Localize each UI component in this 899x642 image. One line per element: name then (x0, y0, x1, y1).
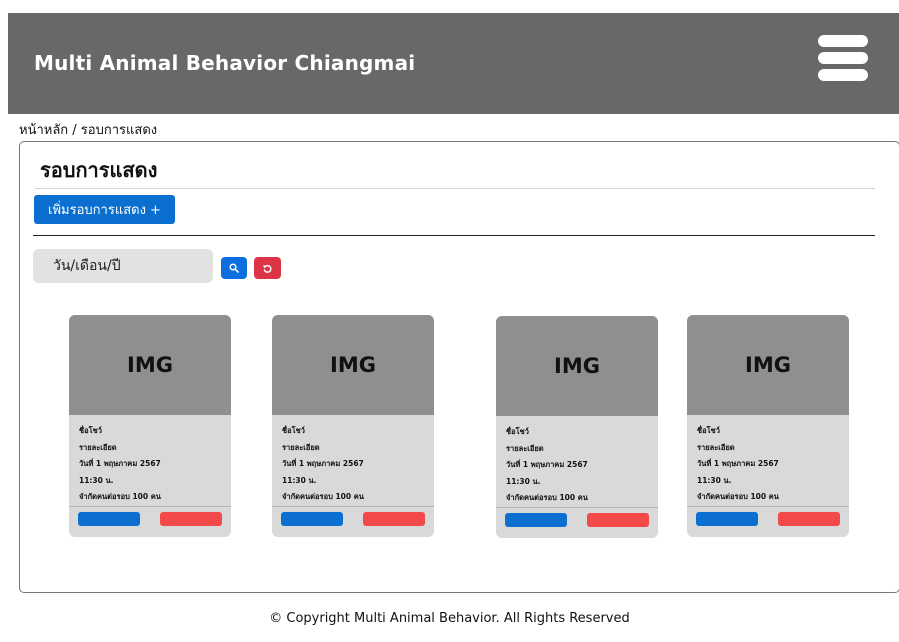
card-capacity: จำกัดคนต่อรอบ 100 คน (79, 492, 161, 501)
card-date: วันที่ 1 พฤษภาคม 2567 (282, 459, 364, 468)
search-button[interactable] (221, 257, 247, 279)
card-capacity: จำกัดคนต่อรอบ 100 คน (697, 492, 779, 501)
toolbar-divider (33, 235, 875, 236)
show-card[interactable]: IMG ชื่อโชว์ รายละเอียด วันที่ 1 พฤษภาคม… (69, 315, 231, 537)
card-show-name: ชื่อโชว์ (506, 427, 529, 436)
edit-button[interactable] (78, 512, 140, 526)
app-header: Multi Animal Behavior Chiangmai (8, 13, 899, 114)
card-divider (687, 506, 849, 507)
show-card[interactable]: IMG ชื่อโชว์ รายละเอียด วันที่ 1 พฤษภาคม… (687, 315, 849, 537)
card-image-placeholder: IMG (272, 315, 434, 415)
card-show-name: ชื่อโชว์ (697, 426, 720, 435)
title-divider (35, 188, 875, 189)
footer-copyright: © Copyright Multi Animal Behavior. All R… (269, 611, 630, 626)
main-panel: รอบการแสดง เพิ่มรอบการแสดง + IMG ชื่อโชว… (19, 141, 899, 593)
delete-button[interactable] (160, 512, 222, 526)
card-date: วันที่ 1 พฤษภาคม 2567 (79, 459, 161, 468)
delete-button[interactable] (363, 512, 425, 526)
edit-button[interactable] (281, 512, 343, 526)
edit-button[interactable] (696, 512, 758, 526)
date-filter-input[interactable] (33, 249, 213, 283)
card-time: 11:30 น. (506, 476, 541, 486)
card-time: 11:30 น. (282, 475, 317, 485)
menu-bar-icon (818, 69, 868, 81)
card-detail: รายละเอียด (506, 443, 544, 453)
card-image-label: IMG (554, 354, 600, 378)
card-image-placeholder: IMG (69, 315, 231, 415)
card-detail: รายละเอียด (282, 442, 320, 452)
app-title: Multi Animal Behavior Chiangmai (34, 51, 416, 75)
card-image-placeholder: IMG (687, 315, 849, 415)
menu-bar-icon (818, 35, 868, 47)
refresh-icon (263, 264, 272, 273)
search-icon (229, 263, 239, 273)
add-showtime-button[interactable]: เพิ่มรอบการแสดง + (34, 195, 175, 224)
card-time: 11:30 น. (697, 475, 732, 485)
edit-button[interactable] (505, 513, 567, 527)
page-title: รอบการแสดง (40, 158, 158, 182)
card-image-label: IMG (745, 353, 791, 377)
delete-button[interactable] (587, 513, 649, 527)
card-divider (69, 506, 231, 507)
card-detail: รายละเอียด (697, 442, 735, 452)
card-show-name: ชื่อโชว์ (79, 426, 102, 435)
card-capacity: จำกัดคนต่อรอบ 100 คน (282, 492, 364, 501)
card-capacity: จำกัดคนต่อรอบ 100 คน (506, 493, 588, 502)
card-time: 11:30 น. (79, 475, 114, 485)
card-image-label: IMG (127, 353, 173, 377)
card-show-name: ชื่อโชว์ (282, 426, 305, 435)
breadcrumb: หน้าหลัก / รอบการแสดง (19, 123, 158, 138)
card-date: วันที่ 1 พฤษภาคม 2567 (506, 460, 588, 469)
card-image-label: IMG (330, 353, 376, 377)
show-card[interactable]: IMG ชื่อโชว์ รายละเอียด วันที่ 1 พฤษภาคม… (272, 315, 434, 537)
card-divider (496, 507, 658, 508)
card-divider (272, 506, 434, 507)
card-date: วันที่ 1 พฤษภาคม 2567 (697, 459, 779, 468)
show-card[interactable]: IMG ชื่อโชว์ รายละเอียด วันที่ 1 พฤษภาคม… (496, 316, 658, 538)
hamburger-menu-button[interactable] (818, 35, 870, 85)
card-detail: รายละเอียด (79, 442, 117, 452)
card-image-placeholder: IMG (496, 316, 658, 416)
reset-button[interactable] (254, 257, 281, 279)
delete-button[interactable] (778, 512, 840, 526)
menu-bar-icon (818, 52, 868, 64)
